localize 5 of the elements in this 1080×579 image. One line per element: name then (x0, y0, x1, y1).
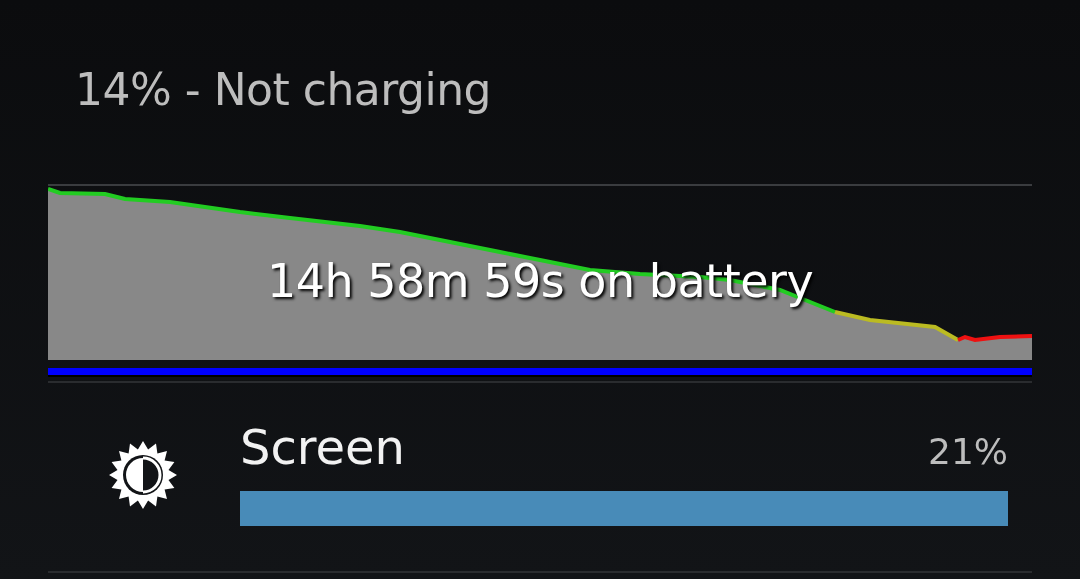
brightness-icon (108, 440, 178, 510)
usage-row[interactable]: Screen 21% (48, 381, 1032, 571)
usage-name: Screen (240, 417, 406, 477)
battery-status-title: 14% - Not charging (75, 63, 493, 117)
usage-percent: 21% (928, 430, 1008, 472)
